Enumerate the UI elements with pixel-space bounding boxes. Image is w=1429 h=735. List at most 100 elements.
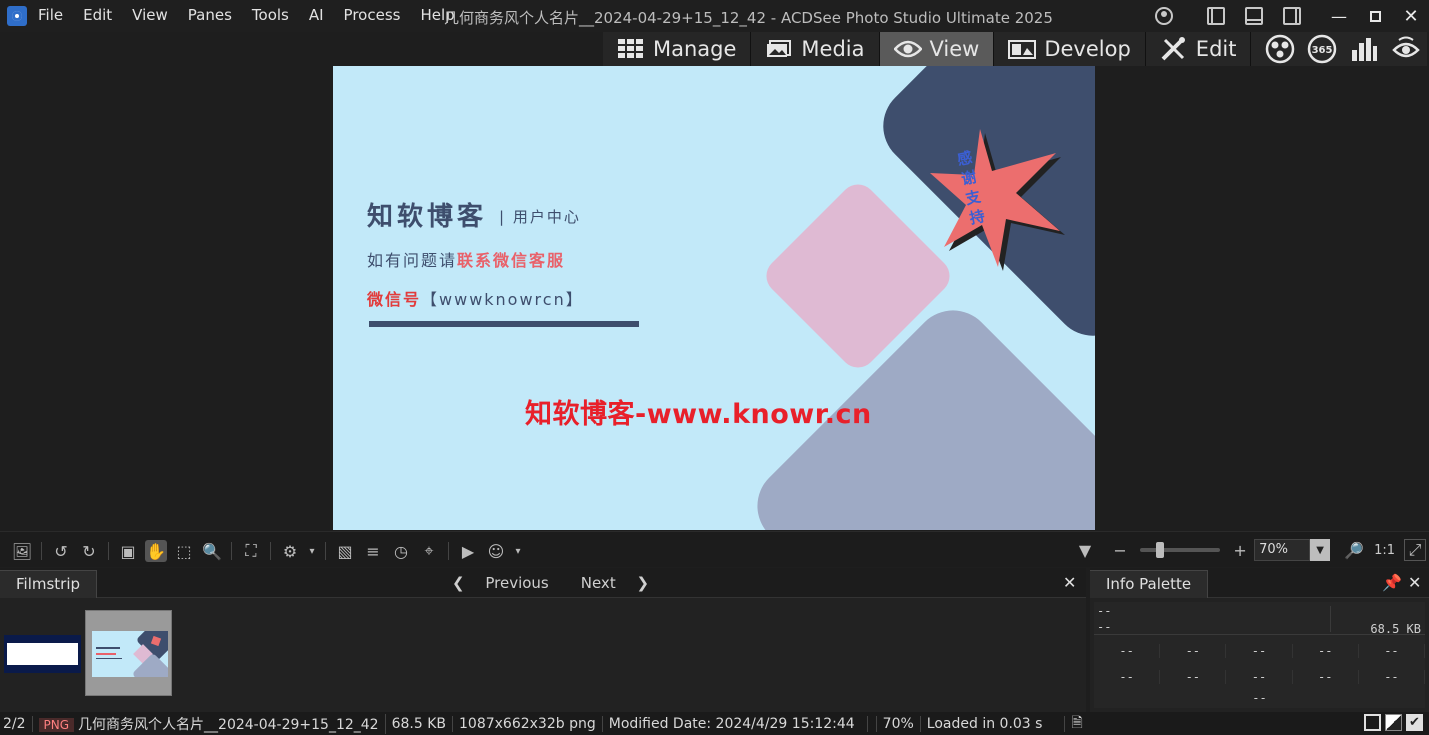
select-tool-button[interactable]: ▣ [117, 540, 139, 562]
acdsee-365-button[interactable]: 365 [1307, 34, 1337, 64]
mode-label: Media [801, 37, 865, 61]
people-button[interactable] [1265, 34, 1295, 64]
zoom-in-button[interactable]: + [1229, 539, 1251, 561]
minus-icon: − [1113, 540, 1127, 560]
auto-lens-button[interactable]: ▧ [334, 540, 356, 562]
chevron-left-icon: ❮ [452, 574, 470, 592]
full-screen-button[interactable]: ⛶ [240, 540, 262, 562]
toggle-bottom-pane-button[interactable] [1243, 5, 1265, 27]
toolbar-separator [325, 542, 326, 560]
batch-icon: 🖼 [11, 541, 33, 561]
menu-edit[interactable]: Edit [83, 6, 112, 24]
marquee-icon: ⬚ [176, 541, 192, 561]
zoom-out-button[interactable]: − [1109, 539, 1131, 561]
card-subtitle: | 用户中心 [499, 208, 581, 226]
slideshow-button[interactable]: ▶ [457, 540, 479, 562]
mode-label: Manage [653, 37, 737, 61]
menu-process[interactable]: Process [344, 6, 401, 24]
mode-media-button[interactable]: Media [751, 32, 880, 66]
info-cell: -- [1293, 644, 1359, 658]
mode-view-button[interactable]: View [879, 32, 995, 66]
toolbar-separator [41, 542, 42, 560]
filmstrip-header: Filmstrip ❮ Previous Next ❯ ✕ [0, 568, 1086, 598]
menu-file[interactable]: File [38, 6, 63, 24]
resize-diagonal-icon: ⤢ [1408, 540, 1422, 559]
properties-button[interactable]: 🗎 [1065, 712, 1088, 735]
zoom-slider[interactable] [1140, 542, 1221, 558]
mode-develop-button[interactable]: Develop [994, 32, 1146, 66]
zoom-tool-button[interactable]: 🔍 [201, 540, 223, 562]
close-window-button[interactable]: ✕ [1399, 4, 1423, 28]
hand-icon: ✋ [146, 541, 166, 561]
rotate-right-button[interactable]: ↻ [78, 540, 100, 562]
zoom-level-input[interactable]: 70% [1254, 539, 1311, 561]
acdsee-app-icon[interactable] [7, 6, 27, 26]
left-pane-icon [1207, 7, 1225, 25]
more-dropdown[interactable]: ▾ [513, 540, 523, 562]
fit-window-button[interactable]: ⤢ [1404, 539, 1426, 561]
title-bar-controls: — ✕ [1145, 0, 1429, 32]
info-cell: -- [1094, 644, 1161, 658]
maximize-button[interactable] [1363, 4, 1387, 28]
dashboard-button[interactable] [1349, 34, 1379, 64]
contact-prefix: 如有问题请 [367, 251, 458, 270]
next-label: Next [580, 574, 616, 592]
pin-button[interactable]: 📌 [1382, 573, 1402, 592]
info-cell: -- [1226, 644, 1293, 658]
info-palette-close-button[interactable]: ✕ [1408, 573, 1421, 592]
actual-size-button[interactable]: 1:1 [1374, 543, 1395, 558]
mode-manage-button[interactable]: Manage [603, 32, 752, 66]
svg-text:365: 365 [1312, 45, 1333, 56]
zoom-menu-button[interactable]: ▼ [1074, 539, 1096, 561]
toggle-left-pane-button[interactable] [1205, 5, 1227, 27]
menu-tools[interactable]: Tools [252, 6, 289, 24]
square-outline-icon[interactable] [1364, 714, 1381, 731]
business-card-image: 感谢支持 知软博客 | 用户中心 如有问题请联系微信客服 微信号【wwwknow… [333, 66, 1095, 530]
next-button[interactable]: Next ❯ [581, 574, 665, 592]
mode-edit-button[interactable]: Edit [1145, 32, 1252, 66]
file-name: 几何商务风个人名片__2024-04-29+15_12_42 [78, 716, 379, 733]
info-palette-body: -- -- 68.5 KB -- -- -- -- -- -- -- -- --… [1094, 602, 1426, 708]
actions-button[interactable]: ⚙ [279, 540, 301, 562]
info-palette-tab[interactable]: Info Palette [1090, 570, 1209, 598]
rotate-left-icon: ↺ [54, 541, 68, 561]
lens-info: -- [1097, 620, 1112, 634]
eye-refresh-button[interactable] [1391, 34, 1421, 64]
split-square-icon[interactable] [1385, 714, 1402, 731]
face-icon: ☺ [487, 541, 505, 561]
mode-label: View [929, 37, 980, 61]
format-badge: PNG [38, 717, 75, 732]
history-button[interactable]: ◷ [390, 540, 412, 562]
face-button[interactable]: ☺ [485, 540, 507, 562]
previous-button[interactable]: ❮ Previous [452, 574, 565, 592]
focus-button[interactable]: ⌖ [418, 540, 440, 562]
window-title: 几何商务风个人名片__2024-04-29+15_12_42 - ACDSee … [444, 9, 1053, 27]
media-icon [765, 38, 793, 60]
marquee-tool-button[interactable]: ⬚ [173, 540, 195, 562]
batch-button[interactable]: 🖼 [11, 540, 33, 562]
image-viewer[interactable]: 感谢支持 知软博客 | 用户中心 如有问题请联系微信客服 微信号【wwwknow… [0, 66, 1429, 530]
account-button[interactable] [1153, 5, 1175, 27]
menu-view[interactable]: View [132, 6, 168, 24]
zoom-level-dropdown[interactable]: ▼ [1310, 539, 1331, 561]
checkbox-icon[interactable]: ✔ [1406, 714, 1423, 731]
toggle-right-pane-button[interactable] [1281, 5, 1303, 27]
filmstrip-close-button[interactable]: ✕ [1063, 573, 1076, 592]
menu-panes[interactable]: Panes [188, 6, 232, 24]
info-cell: -- [1359, 670, 1426, 684]
hand-tool-button[interactable]: ✋ [145, 540, 167, 562]
menu-bar: File Edit View Panes Tools AI Process He… [38, 6, 475, 24]
people-icon [1266, 34, 1295, 64]
filmstrip-tab[interactable]: Filmstrip [0, 570, 98, 598]
fit-zoom-button[interactable]: 🔎 [1343, 539, 1365, 561]
contact-highlight: 联系微信客服 [457, 251, 566, 270]
minimize-button[interactable]: — [1327, 4, 1351, 28]
actions-dropdown[interactable]: ▾ [307, 540, 317, 562]
filmstrip-thumbnail-2-selected[interactable] [85, 610, 172, 696]
menu-ai[interactable]: AI [309, 6, 324, 24]
rotate-left-button[interactable]: ↺ [50, 540, 72, 562]
file-name-cell: PNG 几何商务风个人名片__2024-04-29+15_12_42 [33, 713, 386, 734]
filmstrip-thumbnail-1[interactable] [4, 635, 81, 673]
thumbnail-image [92, 631, 168, 677]
adjust-button[interactable]: ≡ [362, 540, 384, 562]
